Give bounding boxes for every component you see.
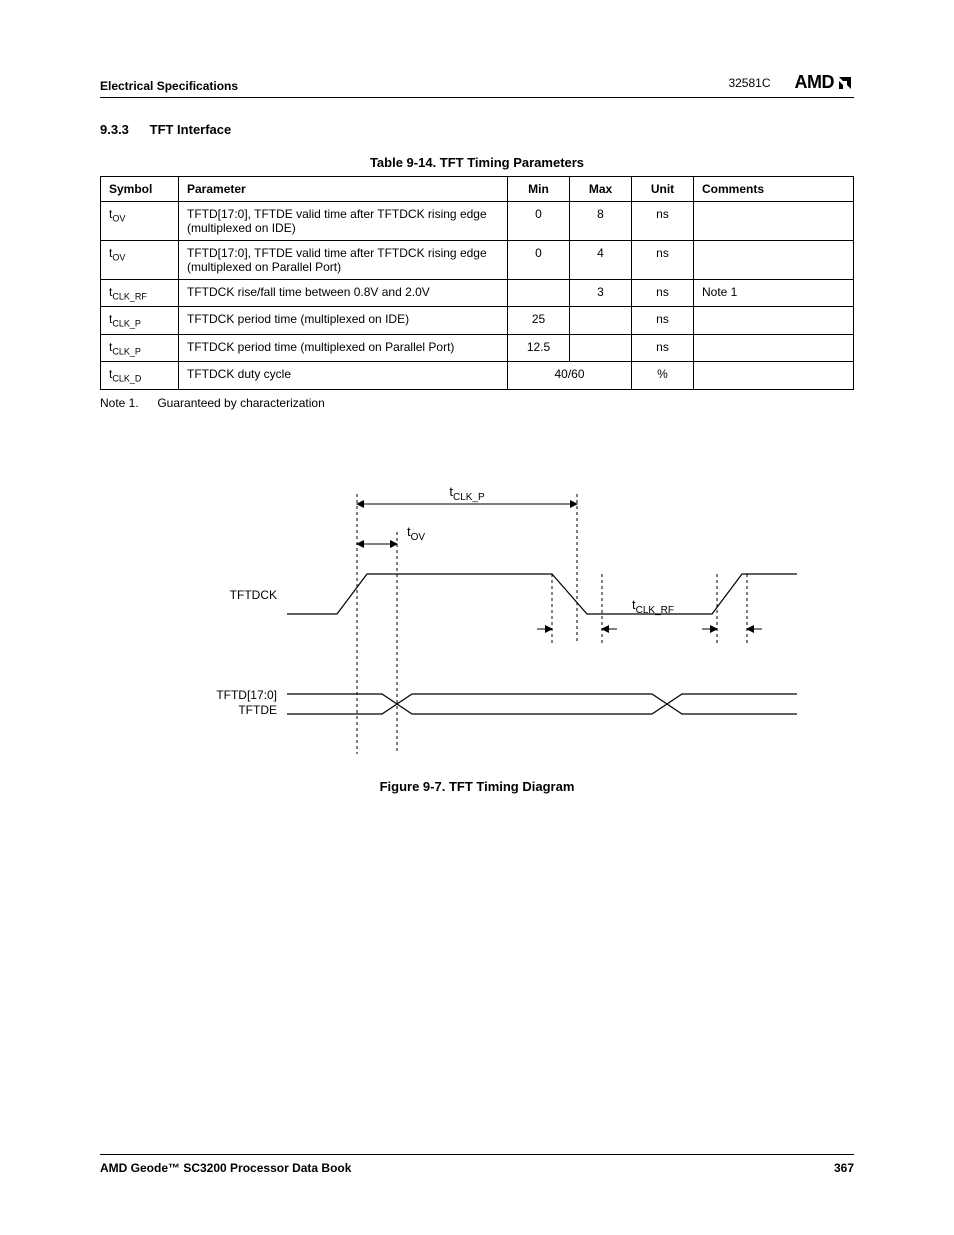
- label-tov: tOV: [407, 524, 425, 543]
- section-number: 9.3.3: [100, 122, 146, 137]
- cell-unit: ns: [632, 307, 694, 334]
- amd-logo: AMD: [795, 72, 855, 93]
- cell-max: 8: [570, 202, 632, 241]
- cell-comments: Note 1: [694, 280, 854, 307]
- col-symbol: Symbol: [101, 177, 179, 202]
- timing-diagram-figure: tCLK_P tOV TFTDCK tCLK_RF TFTD[17:0] TFT…: [100, 474, 854, 794]
- header-section-title: Electrical Specifications: [100, 79, 238, 93]
- waveform-data: [287, 694, 797, 714]
- figure-caption: Figure 9-7. TFT Timing Diagram: [100, 779, 854, 794]
- cell-min-max: 40/60: [508, 362, 632, 389]
- page-header: Electrical Specifications 32581C AMD: [100, 72, 854, 98]
- table-row: tCLK_RFTFTDCK rise/fall time between 0.8…: [101, 280, 854, 307]
- cell-parameter: TFTDCK rise/fall time between 0.8V and 2…: [179, 280, 508, 307]
- cell-unit: ns: [632, 280, 694, 307]
- cell-symbol: tCLK_P: [101, 334, 179, 361]
- footer-title: AMD Geode™ SC3200 Processor Data Book: [100, 1161, 351, 1175]
- cell-comments: [694, 202, 854, 241]
- cell-parameter: TFTD[17:0], TFTDE valid time after TFTDC…: [179, 241, 508, 280]
- cell-max: 3: [570, 280, 632, 307]
- cell-min: 25: [508, 307, 570, 334]
- col-min: Min: [508, 177, 570, 202]
- table-row: tCLK_PTFTDCK period time (multiplexed on…: [101, 307, 854, 334]
- signal-tftde-label: TFTDE: [238, 703, 277, 717]
- cell-max: 4: [570, 241, 632, 280]
- col-parameter: Parameter: [179, 177, 508, 202]
- cell-unit: ns: [632, 202, 694, 241]
- cell-comments: [694, 307, 854, 334]
- cell-unit: %: [632, 362, 694, 389]
- header-right: 32581C AMD: [728, 72, 854, 93]
- cell-symbol: tCLK_D: [101, 362, 179, 389]
- cell-comments: [694, 362, 854, 389]
- cell-parameter: TFTDCK period time (multiplexed on IDE): [179, 307, 508, 334]
- cell-symbol: tCLK_P: [101, 307, 179, 334]
- table-row: tOVTFTD[17:0], TFTDE valid time after TF…: [101, 241, 854, 280]
- cell-min: [508, 280, 570, 307]
- note-label: Note 1.: [100, 396, 154, 410]
- cell-parameter: TFTDCK period time (multiplexed on Paral…: [179, 334, 508, 361]
- page-footer: AMD Geode™ SC3200 Processor Data Book 36…: [100, 1154, 854, 1175]
- table-row: tOVTFTD[17:0], TFTDE valid time after TF…: [101, 202, 854, 241]
- amd-arrow-icon: [836, 74, 854, 92]
- cell-parameter: TFTDCK duty cycle: [179, 362, 508, 389]
- col-max: Max: [570, 177, 632, 202]
- label-tclkrf: tCLK_RF: [632, 597, 674, 616]
- table-row: tCLK_PTFTDCK period time (multiplexed on…: [101, 334, 854, 361]
- waveform-tftdck: [287, 574, 797, 614]
- cell-symbol: tOV: [101, 202, 179, 241]
- cell-unit: ns: [632, 241, 694, 280]
- cell-max: [570, 334, 632, 361]
- section-title: TFT Interface: [150, 122, 232, 137]
- table-header-row: Symbol Parameter Min Max Unit Comments: [101, 177, 854, 202]
- cell-symbol: tCLK_RF: [101, 280, 179, 307]
- section-heading: 9.3.3 TFT Interface: [100, 122, 854, 137]
- cell-min: 12.5: [508, 334, 570, 361]
- table-note: Note 1. Guaranteed by characterization: [100, 396, 854, 410]
- cell-min: 0: [508, 202, 570, 241]
- cell-parameter: TFTD[17:0], TFTDE valid time after TFTDC…: [179, 202, 508, 241]
- footer-page-number: 367: [834, 1161, 854, 1175]
- cell-comments: [694, 241, 854, 280]
- cell-min: 0: [508, 241, 570, 280]
- signal-tftd-label: TFTD[17:0]: [216, 688, 277, 702]
- table-row: tCLK_DTFTDCK duty cycle40/60%: [101, 362, 854, 389]
- col-comments: Comments: [694, 177, 854, 202]
- cell-max: [570, 307, 632, 334]
- label-tclkp: tCLK_P: [449, 484, 485, 503]
- doc-number: 32581C: [728, 76, 770, 90]
- cell-unit: ns: [632, 334, 694, 361]
- table-caption: Table 9-14. TFT Timing Parameters: [100, 155, 854, 170]
- page: Electrical Specifications 32581C AMD 9.3…: [0, 0, 954, 1235]
- note-text: Guaranteed by characterization: [157, 396, 324, 410]
- timing-parameters-table: Symbol Parameter Min Max Unit Comments t…: [100, 176, 854, 390]
- timing-diagram-svg: tCLK_P tOV TFTDCK tCLK_RF TFTD[17:0] TFT…: [157, 474, 797, 764]
- cell-symbol: tOV: [101, 241, 179, 280]
- signal-tftdck-label: TFTDCK: [230, 588, 277, 602]
- cell-comments: [694, 334, 854, 361]
- col-unit: Unit: [632, 177, 694, 202]
